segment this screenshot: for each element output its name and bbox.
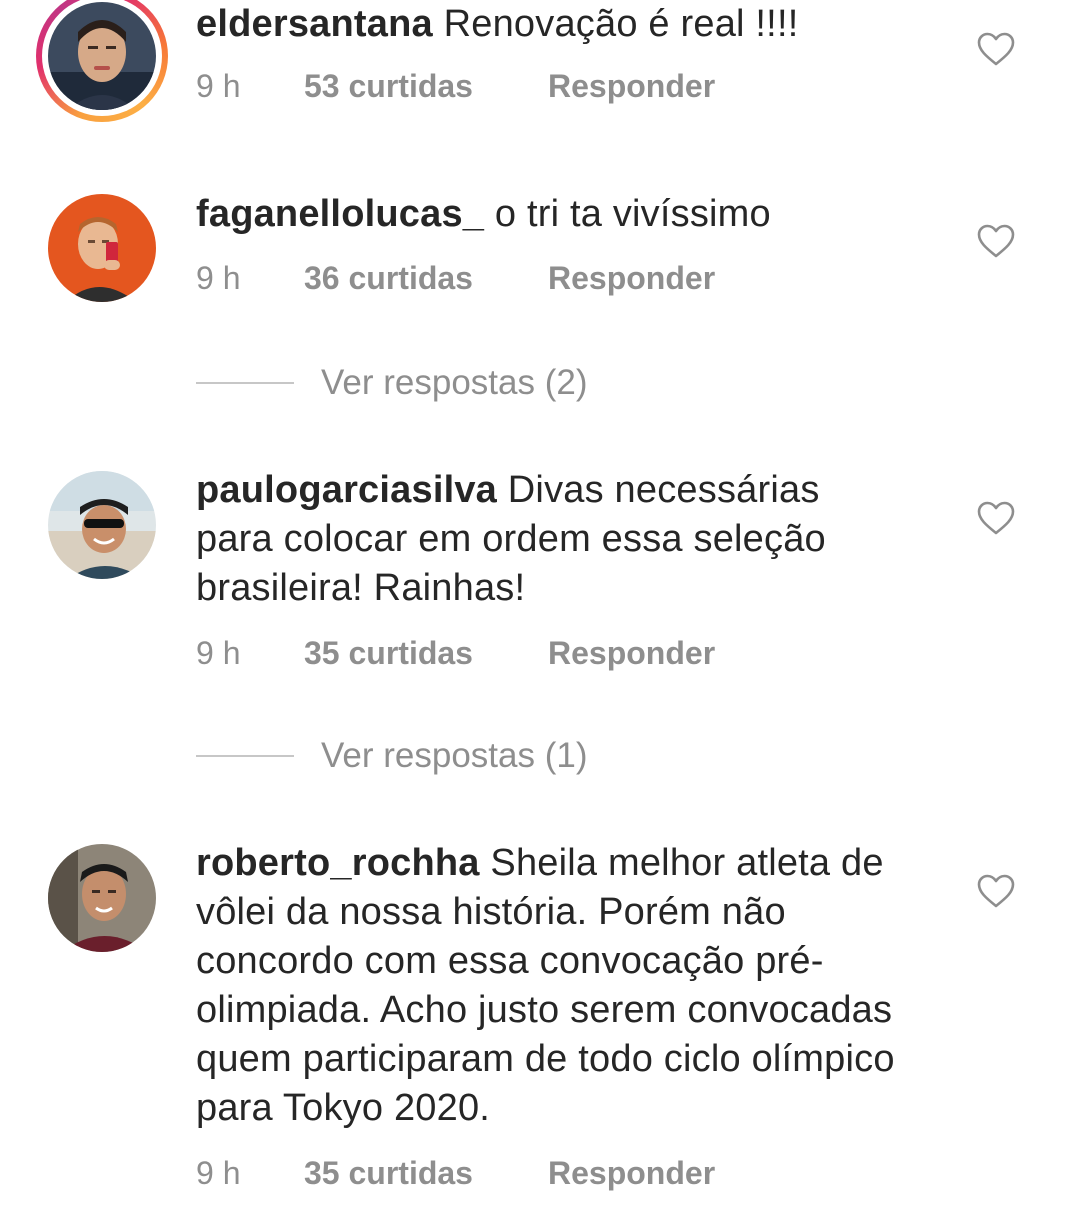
- comment-item: roberto_rochha Sheila melhor atleta de v…: [0, 0, 1080, 1208]
- comment-username[interactable]: roberto_rochha: [196, 842, 480, 884]
- comment-text: roberto_rochha Sheila melhor atleta de v…: [196, 839, 896, 1133]
- heart-outline-icon[interactable]: [976, 873, 1016, 909]
- comment-likes[interactable]: 35 curtidas: [304, 1153, 473, 1193]
- comment-time: 9 h: [196, 1155, 241, 1191]
- avatar[interactable]: [48, 844, 156, 952]
- comment-body: Sheila melhor atleta de vôlei da nossa h…: [196, 842, 895, 1129]
- reply-button[interactable]: Responder: [548, 1153, 715, 1193]
